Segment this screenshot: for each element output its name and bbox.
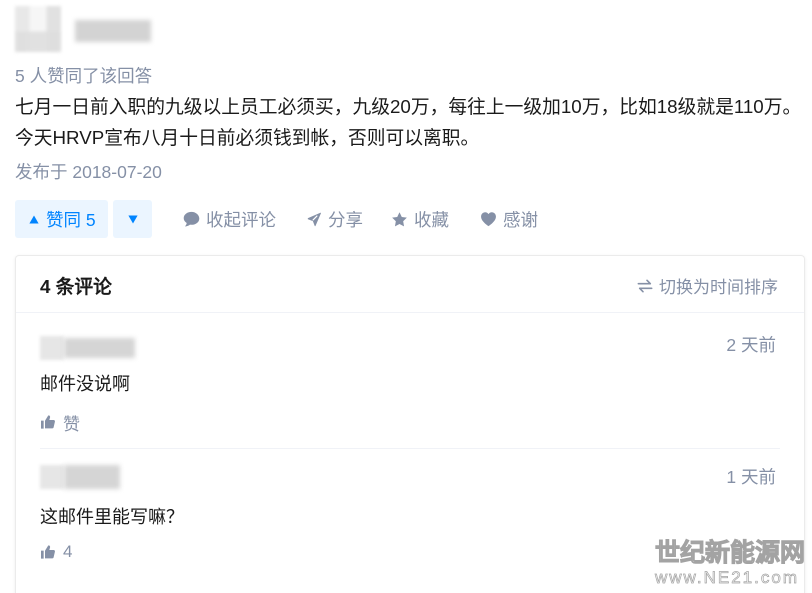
triangle-down-icon <box>127 215 138 224</box>
comment-time: 1 天前 <box>726 467 776 487</box>
triangle-up-icon <box>29 215 39 224</box>
publish-date-link[interactable]: 发布于 2018-07-20 <box>15 161 162 183</box>
comment-time: 2 天前 <box>726 335 776 355</box>
commenter-name[interactable] <box>64 465 120 489</box>
comment-text: 这邮件里能写嘛？ <box>40 507 184 527</box>
author-name[interactable] <box>75 20 151 42</box>
upvote-label: 赞同 5 <box>46 209 96 230</box>
share-button[interactable]: 分享 <box>305 200 363 238</box>
commenter-name[interactable] <box>64 337 135 358</box>
upvote-summary: 5 人赞同了该回答 <box>15 66 153 86</box>
watermark-url: www.NE21.com <box>655 568 799 587</box>
comment-item: 2 天前 邮件没说啊 赞 <box>16 313 804 448</box>
upvote-button[interactable]: 赞同 5 <box>15 200 108 238</box>
share-label: 分享 <box>328 209 363 230</box>
sort-toggle-label: 切换为时间排序 <box>659 278 778 297</box>
star-icon <box>391 211 408 228</box>
heart-icon <box>480 211 497 228</box>
comment-icon <box>183 211 200 228</box>
watermark-name: 世纪新能源网 <box>655 539 806 568</box>
collapse-comments-button[interactable]: 收起评论 <box>183 200 276 238</box>
paper-plane-icon <box>305 211 322 228</box>
favorite-button[interactable]: 收藏 <box>391 200 449 238</box>
sort-toggle-button[interactable]: 切换为时间排序 <box>637 273 778 298</box>
thanks-label: 感谢 <box>503 209 538 230</box>
comment-text: 邮件没说啊 <box>40 374 130 394</box>
avatar[interactable] <box>40 465 64 489</box>
commenter[interactable] <box>40 462 120 492</box>
comments-header: 4 条评论 切换为时间排序 <box>16 256 804 313</box>
like-count: 4 <box>63 542 73 561</box>
like-button[interactable]: 赞 <box>40 412 80 434</box>
commenter[interactable] <box>40 335 135 360</box>
downvote-button[interactable] <box>113 200 152 238</box>
swap-arrows-icon <box>637 279 653 293</box>
watermark: 世纪新能源网 www.NE21.com <box>655 537 807 587</box>
thumbs-up-icon <box>40 544 56 560</box>
thanks-button[interactable]: 感谢 <box>480 200 538 238</box>
like-button[interactable]: 4 <box>40 542 72 562</box>
collapse-comments-label: 收起评论 <box>206 209 276 230</box>
favorite-label: 收藏 <box>414 209 449 230</box>
like-label: 赞 <box>63 414 80 434</box>
author-avatar[interactable] <box>15 6 61 52</box>
thumbs-up-icon <box>40 414 56 430</box>
avatar[interactable] <box>40 335 64 360</box>
comments-count: 4 条评论 <box>40 276 112 297</box>
answer-content: 七月一日前入职的九级以上员工必须买，九级20万，每往上一级加10万，比如18级就… <box>15 96 802 148</box>
